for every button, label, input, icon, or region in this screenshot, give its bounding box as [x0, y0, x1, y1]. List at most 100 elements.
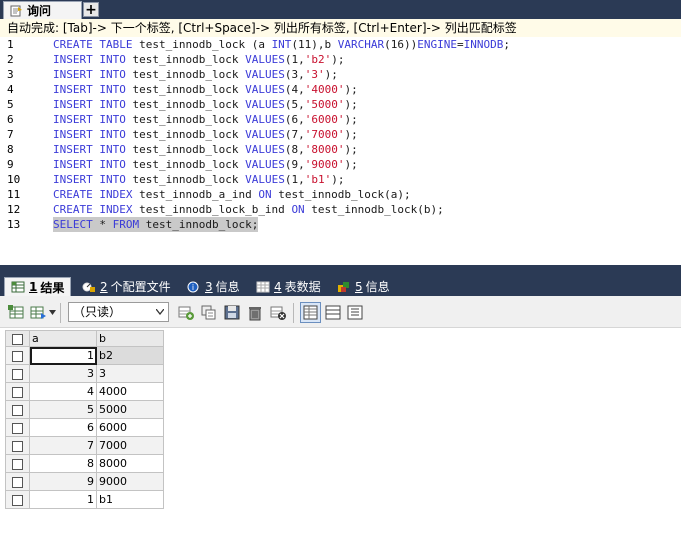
cell-a[interactable]: 7: [29, 436, 97, 455]
row-checkbox[interactable]: [5, 382, 30, 401]
cancel-changes-icon[interactable]: [269, 304, 287, 321]
table-row[interactable]: 4 4000: [5, 382, 164, 401]
editor-line[interactable]: 8 INSERT INTO test_innodb_lock VALUES(8,'…: [0, 142, 681, 157]
add-tab-button[interactable]: +: [83, 2, 99, 17]
editor-line[interactable]: 13 SELECT * FROM test_innodb_lock;: [0, 217, 681, 232]
table-row[interactable]: 8 8000: [5, 454, 164, 473]
cell-a[interactable]: 9: [29, 472, 97, 491]
sql-text: );: [344, 98, 358, 111]
cell-a[interactable]: 6: [29, 418, 97, 437]
editor-line[interactable]: 11 CREATE INDEX test_innodb_a_ind ON test…: [0, 187, 681, 202]
sql-text: (4,: [284, 83, 305, 96]
row-checkbox[interactable]: [5, 364, 30, 383]
editor-line[interactable]: 7 INSERT INTO test_innodb_lock VALUES(7,'…: [0, 127, 681, 142]
sql-keyword: VALUES: [245, 173, 285, 186]
readonly-mode-select[interactable]: （只读）: [68, 302, 169, 322]
cell-a[interactable]: 5: [29, 400, 97, 419]
query-tab-bar: 询问 +: [0, 0, 681, 19]
result-grid-area: a b 1 b2 3 3 4 4000 5 5000 6 6000 7 7000 8 8000 9 9000 1…: [0, 328, 681, 537]
line-number: 4: [7, 83, 14, 96]
cell-b[interactable]: 7000: [96, 436, 164, 455]
cell-a[interactable]: 8: [29, 454, 97, 473]
editor-line[interactable]: 4 INSERT INTO test_innodb_lock VALUES(4,'…: [0, 82, 681, 97]
cell-b[interactable]: b2: [96, 346, 164, 365]
table-row[interactable]: 9 9000: [5, 472, 164, 491]
profile-icon: [82, 282, 95, 292]
tab-result[interactable]: 1 结果: [4, 277, 72, 296]
sql-keyword: VARCHAR: [337, 38, 385, 51]
row-checkbox[interactable]: [5, 454, 30, 473]
tab-profile[interactable]: 2 个配置文件: [76, 277, 177, 296]
sql-text: (9,: [284, 158, 305, 171]
row-checkbox[interactable]: [5, 436, 30, 455]
editor-line[interactable]: 1 CREATE TABLE test_innodb_lock (a INT(11…: [0, 37, 681, 52]
sql-text: test_innodb_lock(a);: [271, 188, 411, 201]
cell-b[interactable]: 8000: [96, 454, 164, 473]
sql-keyword: VALUES: [245, 128, 285, 141]
tab-table-data-num: 4: [274, 279, 282, 294]
cell-b[interactable]: 6000: [96, 418, 164, 437]
import-grid-icon[interactable]: [29, 304, 47, 321]
column-header-b[interactable]: b: [96, 330, 164, 347]
cell-b[interactable]: 5000: [96, 400, 164, 419]
sql-keyword: INSERT INTO: [53, 143, 126, 156]
table-row[interactable]: 1 b1: [5, 490, 164, 509]
text-view-icon[interactable]: [346, 304, 364, 321]
cell-a[interactable]: 1: [29, 346, 97, 365]
row-checkbox[interactable]: [5, 346, 30, 365]
table-data-icon: [256, 281, 270, 292]
cell-a[interactable]: 1: [29, 490, 97, 509]
table-row[interactable]: 7 7000: [5, 436, 164, 455]
cell-b[interactable]: 9000: [96, 472, 164, 491]
cell-a[interactable]: 3: [29, 364, 97, 383]
duplicate-row-icon[interactable]: [200, 304, 218, 321]
cell-a[interactable]: 4: [29, 382, 97, 401]
line-number: 2: [7, 53, 14, 66]
save-icon[interactable]: [223, 304, 241, 321]
tab-query[interactable]: 询问: [3, 1, 82, 19]
column-header-a[interactable]: a: [29, 330, 97, 347]
table-row[interactable]: 1 b2: [5, 346, 164, 365]
cell-b[interactable]: b1: [96, 490, 164, 509]
sql-keyword: ON: [291, 203, 305, 216]
editor-line[interactable]: 12 CREATE INDEX test_innodb_lock_b_ind ON…: [0, 202, 681, 217]
cell-b[interactable]: 4000: [96, 382, 164, 401]
editor-line[interactable]: 3 INSERT INTO test_innodb_lock VALUES(3,'…: [0, 67, 681, 82]
readonly-mode-value: （只读）: [73, 305, 122, 319]
toolbar-separator: [293, 303, 294, 323]
sql-text: );: [344, 158, 358, 171]
tab-info[interactable]: i 3 信息: [181, 277, 246, 296]
chevron-down-icon[interactable]: [49, 310, 56, 315]
row-checkbox[interactable]: [5, 490, 30, 509]
editor-line[interactable]: 10 INSERT INTO test_innodb_lock VALUES(1,…: [0, 172, 681, 187]
row-checkbox[interactable]: [5, 418, 30, 437]
code-text: INSERT INTO test_innodb_lock VALUES(6,'6…: [53, 112, 358, 127]
sql-string: '7000': [304, 128, 345, 141]
result-grid[interactable]: a b 1 b2 3 3 4 4000 5 5000 6 6000 7 7000 8 8000 9 9000 1…: [5, 330, 164, 509]
sql-string: 'b2': [304, 53, 332, 66]
info-history-icon: [338, 281, 349, 292]
row-checkbox[interactable]: [5, 472, 30, 491]
cell-b[interactable]: 3: [96, 364, 164, 383]
editor-line[interactable]: 2 INSERT INTO test_innodb_lock VALUES(1,'…: [0, 52, 681, 67]
table-row[interactable]: 5 5000: [5, 400, 164, 419]
delete-icon[interactable]: [246, 304, 264, 321]
grid-view-icon[interactable]: [300, 302, 321, 323]
code-text: INSERT INTO test_innodb_lock VALUES(1,'b…: [53, 172, 344, 187]
sql-keyword: VALUES: [245, 158, 285, 171]
table-row[interactable]: 6 6000: [5, 418, 164, 437]
pane-splitter[interactable]: [0, 265, 681, 276]
add-row-icon[interactable]: [177, 304, 195, 321]
form-view-icon[interactable]: [324, 304, 342, 321]
tab-info-history[interactable]: 5 信息: [331, 277, 396, 296]
editor-line[interactable]: 9 INSERT INTO test_innodb_lock VALUES(9,'…: [0, 157, 681, 172]
row-checkbox[interactable]: [5, 400, 30, 419]
tab-table-data[interactable]: 4 表数据: [250, 277, 327, 296]
sql-text: test_innodb_lock: [125, 173, 246, 186]
editor-line[interactable]: 6 INSERT INTO test_innodb_lock VALUES(6,'…: [0, 112, 681, 127]
table-row[interactable]: 33: [5, 364, 164, 383]
editor-line[interactable]: 5 INSERT INTO test_innodb_lock VALUES(5,'…: [0, 97, 681, 112]
export-grid-icon[interactable]: [7, 304, 25, 321]
select-all-checkbox[interactable]: [5, 330, 30, 347]
sql-editor[interactable]: 1 CREATE TABLE test_innodb_lock (a INT(11…: [0, 37, 681, 265]
